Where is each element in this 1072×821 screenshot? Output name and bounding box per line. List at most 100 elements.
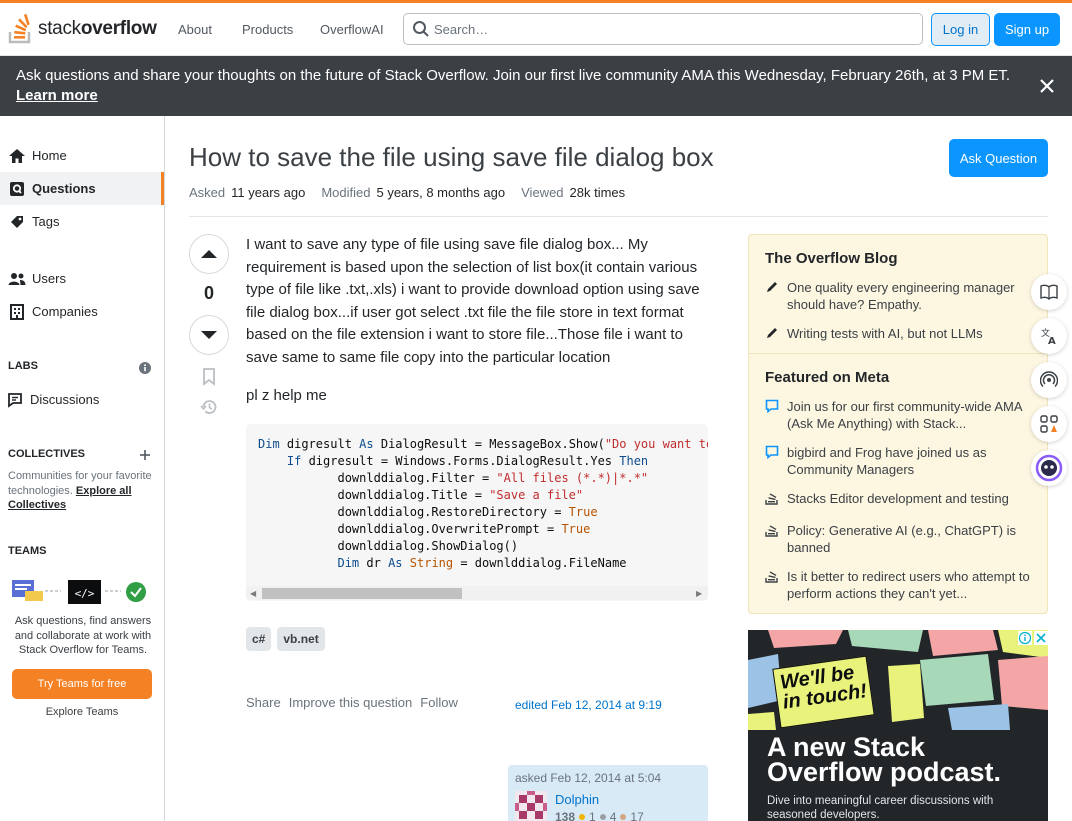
scroll-left-icon[interactable]: ◀ [250,589,256,598]
chat-bubble-icon [765,398,787,432]
modified-label: Modified [321,185,371,200]
assistant-tool[interactable] [1031,450,1067,486]
ask-question-button[interactable]: Ask Question [949,139,1048,177]
improve-question-link[interactable]: Improve this question [289,695,413,710]
viewed-value: 28k times [569,185,626,200]
question-body: I want to save any type of file using sa… [246,234,708,424]
translate-icon: 文A [1041,327,1056,345]
ad-info-icon[interactable] [1018,631,1032,645]
nav-products[interactable]: Products [242,3,293,56]
follow-link[interactable]: Follow [420,695,458,710]
modified-value[interactable]: 5 years, 8 months ago [376,185,505,200]
sidebar-item-discussions[interactable]: Discussions [0,383,164,416]
teams-illustration: </> [12,580,146,604]
meta-item[interactable]: Stacks Editor development and testing [765,490,1035,509]
tag-vbnet[interactable]: vb.net [277,627,325,651]
book-icon [1040,284,1058,300]
sidebar-item-label: Tags [32,214,60,229]
sidebar-item-home[interactable]: Home [0,139,164,172]
blog-item[interactable]: One quality every engineering manager sh… [765,279,1035,313]
meta-item[interactable]: Join us for our first community-wide AMA… [765,398,1035,432]
sidebar-item-label: Companies [32,304,98,319]
podcast-ad[interactable]: We'll be in touch! A new Stack Overflow … [748,630,1048,821]
explore-teams-link[interactable]: Explore Teams [12,706,152,718]
translate-tool[interactable]: 文A [1031,318,1067,354]
tag-csharp[interactable]: c# [246,627,272,651]
bronze-badge-count: 17 [630,810,644,821]
ad-subtext: Dive into meaningful career discussions … [767,795,994,821]
stack-icon [765,568,787,602]
search-box[interactable] [403,13,923,45]
close-icon[interactable] [1038,77,1056,95]
top-bar: stackoverflow About Products OverflowAI … [0,0,1072,56]
login-button[interactable]: Log in [931,13,990,46]
info-icon[interactable] [139,362,151,374]
sidebar-item-questions[interactable]: Questions [0,172,164,205]
discussions-icon [3,392,27,408]
meta-item[interactable]: Policy: Generative AI (e.g., ChatGPT) is… [765,522,1035,556]
silver-badge-count: 4 [609,810,617,821]
sidebar-item-users[interactable]: Users [0,262,164,295]
history-icon[interactable] [199,397,219,417]
banner-text: Ask questions and share your thoughts on… [16,66,1016,106]
user-reputation: 138 1 4 17 [555,810,644,821]
users-icon [5,272,29,286]
upvote-button[interactable] [189,234,229,274]
logo-text-regular: stack [38,18,81,39]
blog-heading: The Overflow Blog [765,250,898,267]
question-meta: Asked 11 years ago Modified 5 years, 8 mon… [189,185,625,200]
signup-button[interactable]: Sign up [994,13,1060,46]
plus-icon[interactable] [139,449,151,461]
code-block[interactable]: Dim digresult As DialogResult = MessageB… [246,424,708,601]
ad-headline: A new Stack Overflow podcast. [767,732,1002,787]
ad-close-icon[interactable] [1034,631,1048,645]
ad-controls[interactable] [1018,631,1048,645]
reader-tool[interactable] [1031,274,1067,310]
listen-tool[interactable] [1031,362,1067,398]
stackoverflow-logo[interactable]: stackoverflow [8,12,157,46]
code-scrollbar[interactable]: ◀ ▶ [246,586,708,600]
silver-badge-icon [599,814,606,820]
nav-about[interactable]: About [178,3,212,56]
question-body-paragraph: I want to save any type of file using sa… [246,236,700,366]
home-icon [5,148,29,164]
arrow-down-icon [201,331,217,339]
blog-item[interactable]: Writing tests with AI, but not LLMs [765,325,1035,344]
teams-description: Ask questions, find answers and collabor… [14,615,152,656]
broadcast-icon [1040,371,1058,388]
edited-link[interactable]: edited Feb 12, 2014 at 9:19 [515,698,662,712]
svg-text:A: A [1048,336,1056,345]
avatar[interactable] [515,791,547,821]
search-input[interactable] [430,15,922,43]
bronze-badge-icon [620,814,627,820]
stack-icon [765,490,787,509]
sidebar-item-label: Questions [32,181,96,196]
scroll-right-icon[interactable]: ▶ [696,589,702,598]
meta-item[interactable]: Is it better to redirect users who attem… [765,568,1035,602]
overflow-blog-widget: The Overflow Blog One quality every engi… [748,234,1048,614]
share-link[interactable]: Share [246,695,281,710]
gold-badge-icon [579,814,586,820]
user-name-link[interactable]: Dolphin [555,792,599,807]
scroll-thumb[interactable] [262,588,462,599]
sidebar-item-companies[interactable]: Companies [0,295,164,328]
bookmark-icon[interactable] [199,367,219,387]
downvote-button[interactable] [189,315,229,355]
apps-tool[interactable] [1031,406,1067,442]
stack-logo-icon [8,14,31,44]
search-icon [412,20,430,38]
asked-timestamp: asked Feb 12, 2014 at 5:04 [515,771,662,785]
meta-item[interactable]: bigbird and Frog have joined us as Commu… [765,444,1035,478]
nav-overflowai[interactable]: OverflowAI [320,3,384,56]
stack-icon [765,522,787,556]
viewed-label: Viewed [521,185,564,200]
collectives-heading: COLLECTIVES [8,448,86,460]
banner-message: Ask questions and share your thoughts on… [16,67,1011,84]
try-teams-button[interactable]: Try Teams for free [12,669,152,699]
meta-heading: Featured on Meta [765,369,890,386]
question-title[interactable]: How to save the file using save file dia… [189,142,714,173]
left-sidebar: Home Questions Tags Users Companies LABS… [0,116,165,821]
logo-text-bold: overflow [80,18,157,39]
banner-learn-more-link[interactable]: Learn more [16,87,98,104]
sidebar-item-tags[interactable]: Tags [0,205,164,238]
